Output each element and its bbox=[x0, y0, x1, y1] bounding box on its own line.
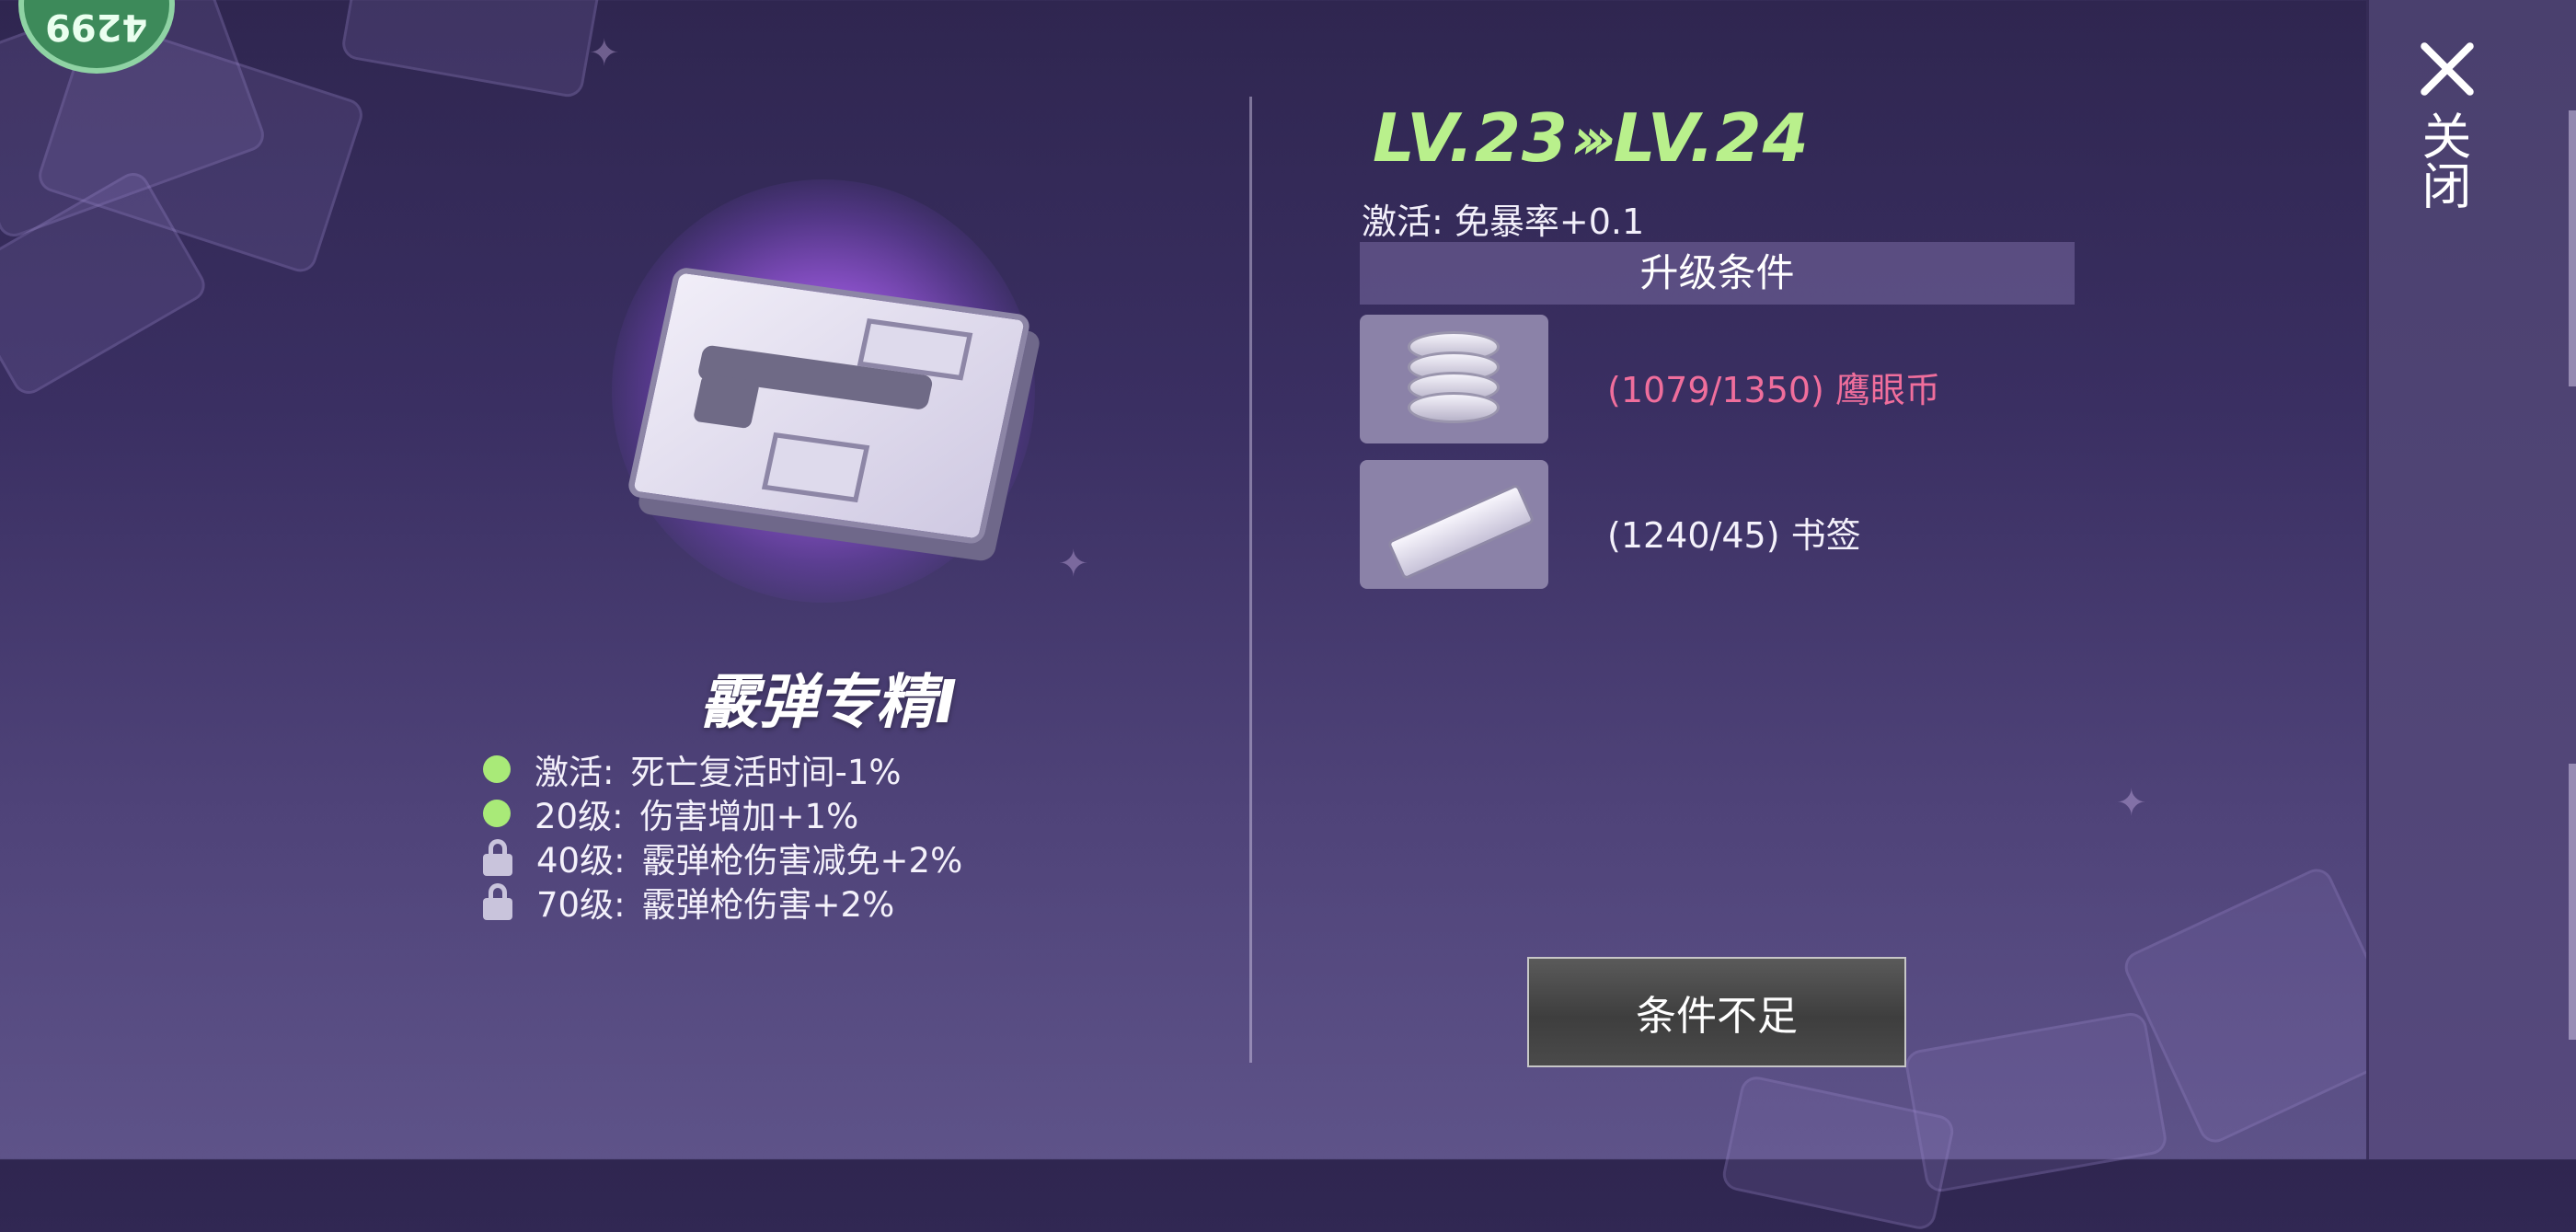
level-to: LV.24 bbox=[1613, 99, 1810, 177]
effect-text: 霰弹枪伤害减免+2% bbox=[641, 841, 963, 881]
background-book-decoration bbox=[339, 0, 604, 99]
active-dot-icon bbox=[483, 755, 511, 783]
lock-icon bbox=[483, 883, 512, 920]
player-level-value: 4299 bbox=[45, 6, 148, 48]
effect-text: 霰弹枪伤害+2% bbox=[641, 885, 895, 925]
next-level-activate-text: 激活: 免暴率+0.1 bbox=[1362, 201, 1645, 242]
shotgun-manual-icon bbox=[626, 266, 1032, 546]
sparkle-decoration: ✦ bbox=[589, 32, 620, 75]
sidebar-edge bbox=[2569, 764, 2576, 1040]
material-slot-bookmark[interactable] bbox=[1360, 460, 1548, 589]
item-name: 霰弹专精I bbox=[699, 669, 957, 737]
active-dot-icon bbox=[483, 800, 511, 827]
effect-row: 40级: 霰弹枪伤害减免+2% bbox=[483, 835, 1127, 881]
effect-prefix: 激活: bbox=[535, 753, 615, 792]
effect-prefix: 20级: bbox=[535, 797, 624, 836]
material-coin-text: (1079/1350) 鹰眼币 bbox=[1607, 370, 1940, 410]
item-effects-list: 激活: 死亡复活时间-1% 20级: 伤害增加+1% 40级: 霰弹枪伤害减免+… bbox=[483, 747, 1127, 925]
coin-icon bbox=[1408, 331, 1500, 423]
lock-icon bbox=[483, 839, 512, 876]
bookmark-icon bbox=[1386, 483, 1535, 581]
sidebar-edge bbox=[2569, 110, 2576, 386]
close-icon[interactable] bbox=[2415, 37, 2479, 101]
effect-row: 激活: 死亡复活时间-1% bbox=[483, 747, 1127, 792]
effect-text: 死亡复活时间-1% bbox=[630, 753, 902, 792]
effect-prefix: 70级: bbox=[536, 885, 626, 925]
material-slot-coin[interactable] bbox=[1360, 315, 1548, 443]
level-arrow-icon: ››› bbox=[1572, 104, 1617, 172]
effect-text: 伤害增加+1% bbox=[639, 797, 859, 836]
effect-row: 70级: 霰弹枪伤害+2% bbox=[483, 880, 1127, 925]
sparkle-decoration: ✦ bbox=[2116, 782, 2147, 824]
level-from: LV.23 bbox=[1373, 99, 1570, 177]
effect-row: 20级: 伤害增加+1% bbox=[483, 791, 1127, 836]
effect-prefix: 40级: bbox=[536, 841, 626, 881]
sparkle-decoration: ✦ bbox=[1058, 543, 1089, 585]
upgrade-conditions-header: 升级条件 bbox=[1360, 242, 2075, 305]
panel-divider bbox=[1249, 97, 1252, 1063]
close-label[interactable]: 关闭 bbox=[2413, 110, 2478, 210]
level-progress: LV.23 ››› LV.24 bbox=[1373, 99, 1810, 177]
material-bookmark-text: (1240/45) 书签 bbox=[1607, 515, 1861, 556]
upgrade-button[interactable]: 条件不足 bbox=[1527, 957, 1906, 1067]
